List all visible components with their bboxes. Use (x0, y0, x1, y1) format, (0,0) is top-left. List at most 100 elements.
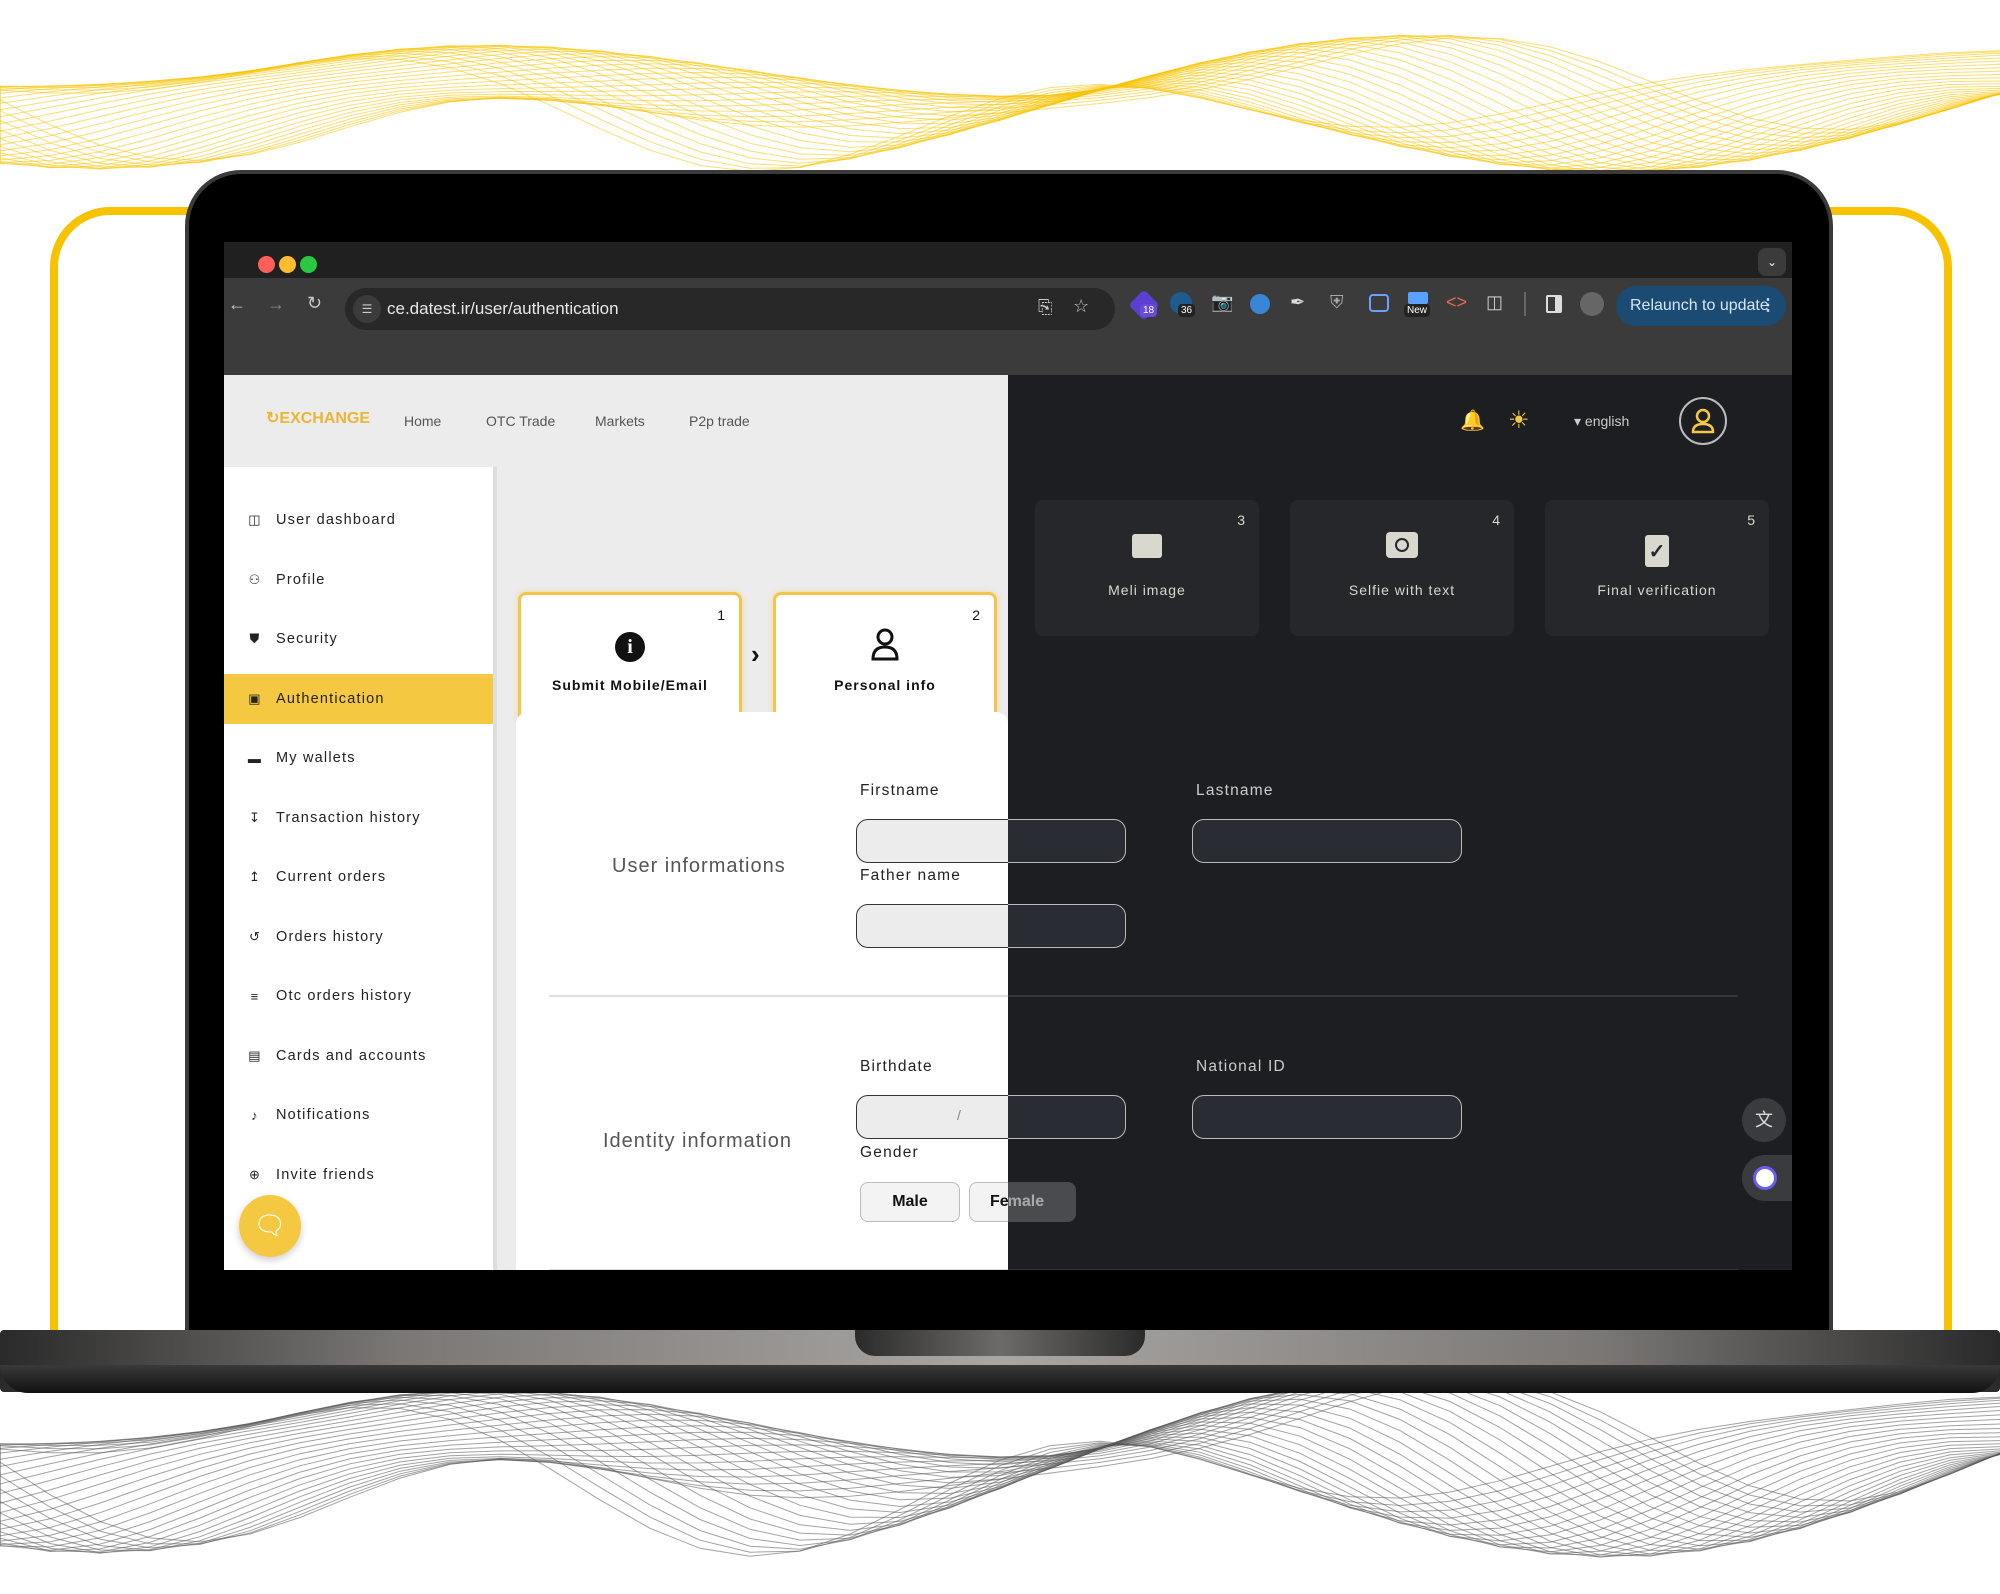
extension-badge: New (1404, 304, 1431, 317)
shield-extension-icon[interactable]: ⛨ (1330, 292, 1344, 313)
tab-search-chevron-icon[interactable]: ⌄ (1758, 248, 1786, 276)
step-card-3[interactable]: 3 Meli image (1035, 500, 1259, 636)
gender-female-button[interactable]: Female (969, 1182, 1008, 1222)
nav-p2p-trade[interactable]: P2p trade (689, 413, 750, 429)
aperture-extension-icon[interactable] (1250, 294, 1270, 314)
extension-badge: 18 (1140, 304, 1158, 317)
sidebar-item-user-dashboard[interactable]: ◫ User dashboard (224, 495, 493, 545)
user-info-title: User informations (612, 855, 786, 877)
relaunch-to-update-button[interactable]: Relaunch to update ⋮ (1616, 286, 1786, 326)
wave-line (0, 1396, 2000, 1557)
url-text[interactable]: ce.datest.ir/user/authentication (387, 299, 619, 319)
step-card-4[interactable]: 4 Selfie with text (1290, 500, 1514, 636)
extension-icon[interactable] (1408, 292, 1428, 304)
sidebar-item-label: Security (276, 631, 338, 647)
bell-icon: ♪ (251, 1107, 259, 1123)
theme-sun-icon[interactable]: ☀ (1508, 406, 1530, 435)
history-icon: ↺ (248, 928, 262, 944)
firstname-input[interactable] (856, 819, 1008, 863)
dashboard-icon: ◫ (248, 512, 262, 527)
more-menu-icon[interactable]: ⋮ (1760, 295, 1776, 315)
nav-markets[interactable]: Markets (595, 413, 645, 429)
user-icon (776, 627, 994, 669)
profile-avatar[interactable] (1580, 292, 1604, 316)
section-divider (1008, 995, 1738, 997)
site-info-icon[interactable]: ☰ (353, 295, 381, 323)
wave-line (0, 37, 2000, 170)
identity-info-title: Identity information (603, 1130, 792, 1152)
sidebar-item-label: User dashboard (276, 512, 396, 528)
sidebar-item-authentication[interactable]: ▣ Authentication (224, 673, 493, 724)
section-divider (549, 1269, 1008, 1270)
fathername-input-dark[interactable] (1008, 904, 1126, 948)
translate-icon[interactable]: 文 (1742, 1098, 1786, 1142)
reload-icon[interactable]: ↻ (307, 293, 322, 314)
step-number: 5 (1747, 512, 1755, 528)
sort-down-icon: ↧ (248, 809, 262, 825)
forward-arrow-icon[interactable]: → (267, 294, 285, 315)
sidebar-item-label: Invite friends (276, 1166, 376, 1183)
bot-face-icon (1753, 1166, 1777, 1190)
sidebar-item-otc-orders-history[interactable]: ≡ Otc orders history (224, 971, 493, 1021)
sidebar-item-transaction-history[interactable]: ↧ Transaction history (224, 793, 493, 843)
screen-capture-extension-icon[interactable] (1369, 294, 1389, 312)
sidebar-item-label: Current orders (276, 869, 387, 885)
back-arrow-icon[interactable]: ← (228, 294, 246, 315)
user-avatar-icon (1691, 408, 1715, 434)
gender-male-button[interactable]: Male (860, 1182, 960, 1222)
eyedropper-extension-icon[interactable]: ✒ (1290, 292, 1305, 313)
sidebar-item-profile[interactable]: ⚇ Profile (224, 555, 493, 605)
step-label: Personal info (834, 677, 936, 693)
step-card-1[interactable]: 1 i Submit Mobile/Email (518, 592, 742, 728)
step-card-2[interactable]: 2 Personal info (773, 592, 997, 728)
invite-icon: ⊕ (248, 1166, 262, 1182)
nav-home[interactable]: Home (404, 413, 441, 429)
nationalid-input[interactable] (1192, 1095, 1462, 1139)
firstname-label: Firstname (860, 782, 940, 799)
sidebar-item-invite-friends[interactable]: ⊕ Invite friends (224, 1150, 493, 1200)
code-extension-icon[interactable]: <> (1446, 292, 1467, 313)
minimize-window-button[interactable] (279, 256, 296, 273)
sidebar-item-security[interactable]: ⛊ Security (224, 614, 493, 664)
notification-bell-icon[interactable]: 🔔 (1460, 408, 1485, 433)
step-card-5[interactable]: 5 ✓ Final verification (1545, 500, 1769, 636)
language-selector[interactable]: ▾ english (1574, 413, 1629, 430)
birthdate-input-dark[interactable] (1008, 1095, 1126, 1139)
browser-tab-bar: ⌄ (224, 242, 1792, 283)
side-panel-icon[interactable] (1546, 295, 1562, 313)
nav-otc-trade[interactable]: OTC Trade (486, 413, 555, 429)
sidebar-item-orders-history[interactable]: ↺ Orders history (224, 912, 493, 962)
chat-support-button[interactable]: 🗨 (239, 1195, 301, 1257)
lastname-input[interactable] (1192, 819, 1462, 863)
lastname-label: Lastname (1196, 782, 1274, 799)
clipboard-check-icon: ✓ (1545, 532, 1769, 567)
fathername-input[interactable] (856, 904, 1008, 948)
firstname-input-dark[interactable] (1008, 819, 1126, 863)
fullscreen-window-button[interactable] (300, 256, 317, 273)
camera-extension-icon[interactable]: 📷 (1211, 292, 1233, 313)
info-icon: i (521, 627, 739, 662)
bookmark-star-icon[interactable]: ☆ (1073, 296, 1089, 317)
address-bar[interactable]: ☰ ce.datest.ir/user/authentication ⎘ ☆ (345, 288, 1115, 330)
shield-icon: ⛊ (249, 631, 261, 646)
extensions-puzzle-icon[interactable]: ◫ (1486, 292, 1503, 313)
sidebar-item-notifications[interactable]: ♪ Notifications (224, 1090, 493, 1140)
form-panel-dark: Lastname National ID Female (1008, 712, 1768, 1270)
birthdate-input[interactable]: / / (856, 1095, 1008, 1139)
close-window-button[interactable] (258, 256, 275, 273)
wave-line (0, 1380, 2000, 1553)
install-app-icon[interactable]: ⎘ (1038, 297, 1052, 318)
sidebar-item-my-wallets[interactable]: ▬ My wallets (224, 733, 493, 783)
camera-icon (1290, 532, 1514, 566)
gender-female-button-dark[interactable]: Female (1008, 1182, 1076, 1222)
step-label: Final verification (1597, 582, 1717, 598)
user-account-button[interactable] (1679, 397, 1727, 445)
sidebar-item-current-orders[interactable]: ↥ Current orders (224, 852, 493, 902)
logo-exchange-icon[interactable]: ↻EXCHANGE (266, 408, 370, 428)
light-content: 1 i Submit Mobile/Email › 2 Personal inf… (516, 467, 1008, 1270)
assistant-bot-button[interactable] (1742, 1155, 1792, 1201)
step-number: 3 (1237, 512, 1245, 528)
form-panel-light: User informations Firstname Father name … (516, 712, 1008, 1270)
light-theme-half: ↻EXCHANGE Home OTC Trade Markets P2p tra… (224, 375, 1008, 1270)
sidebar-item-cards-and-accounts[interactable]: ▤ Cards and accounts (224, 1031, 493, 1081)
